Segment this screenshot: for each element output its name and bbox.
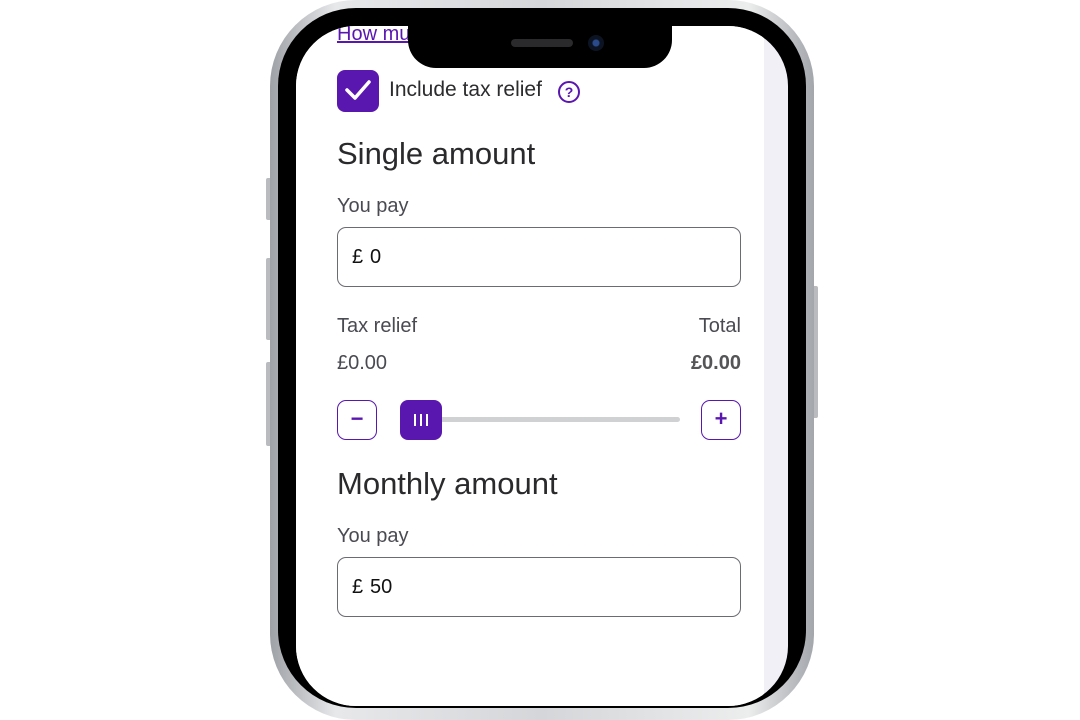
total-label: Total <box>698 315 741 337</box>
monthly-amount-heading: Monthly amount <box>337 466 558 501</box>
amount-slider-handle[interactable] <box>400 400 442 440</box>
phone-notch <box>408 26 672 68</box>
question-circle-icon[interactable]: ? <box>558 81 580 103</box>
decrease-button[interactable]: − <box>337 400 377 440</box>
grip-line <box>420 414 422 426</box>
phone-speaker <box>511 39 573 47</box>
amount-slider-track[interactable] <box>420 417 680 422</box>
how-much-link[interactable]: How mu <box>337 26 410 46</box>
currency-prefix: £ <box>352 246 364 268</box>
single-amount-heading: Single amount <box>337 136 536 171</box>
increase-button[interactable]: + <box>701 400 741 440</box>
include-tax-relief-checkbox[interactable] <box>337 70 379 112</box>
tax-relief-label: Tax relief <box>337 315 418 337</box>
phone-camera <box>588 35 604 51</box>
single-amount-input[interactable]: £ 0 <box>337 227 741 287</box>
phone-screen: How mu Include tax relief ? Single amoun… <box>296 26 788 706</box>
contribution-calculator: How mu Include tax relief ? Single amoun… <box>296 26 764 706</box>
currency-prefix: £ <box>352 576 364 598</box>
tax-relief-value: £0.00 <box>337 352 388 374</box>
include-tax-relief-label[interactable]: Include tax relief <box>389 78 542 102</box>
single-amount-value: 0 <box>370 246 382 268</box>
total-value: £0.00 <box>690 352 741 374</box>
grip-line <box>414 414 416 426</box>
grip-line <box>426 414 428 426</box>
monthly-amount-input[interactable]: £ 50 <box>337 557 741 617</box>
monthly-you-pay-label: You pay <box>337 525 409 547</box>
monthly-amount-value: 50 <box>370 576 393 598</box>
single-you-pay-label: You pay <box>337 195 409 217</box>
checkmark-icon <box>345 80 371 100</box>
